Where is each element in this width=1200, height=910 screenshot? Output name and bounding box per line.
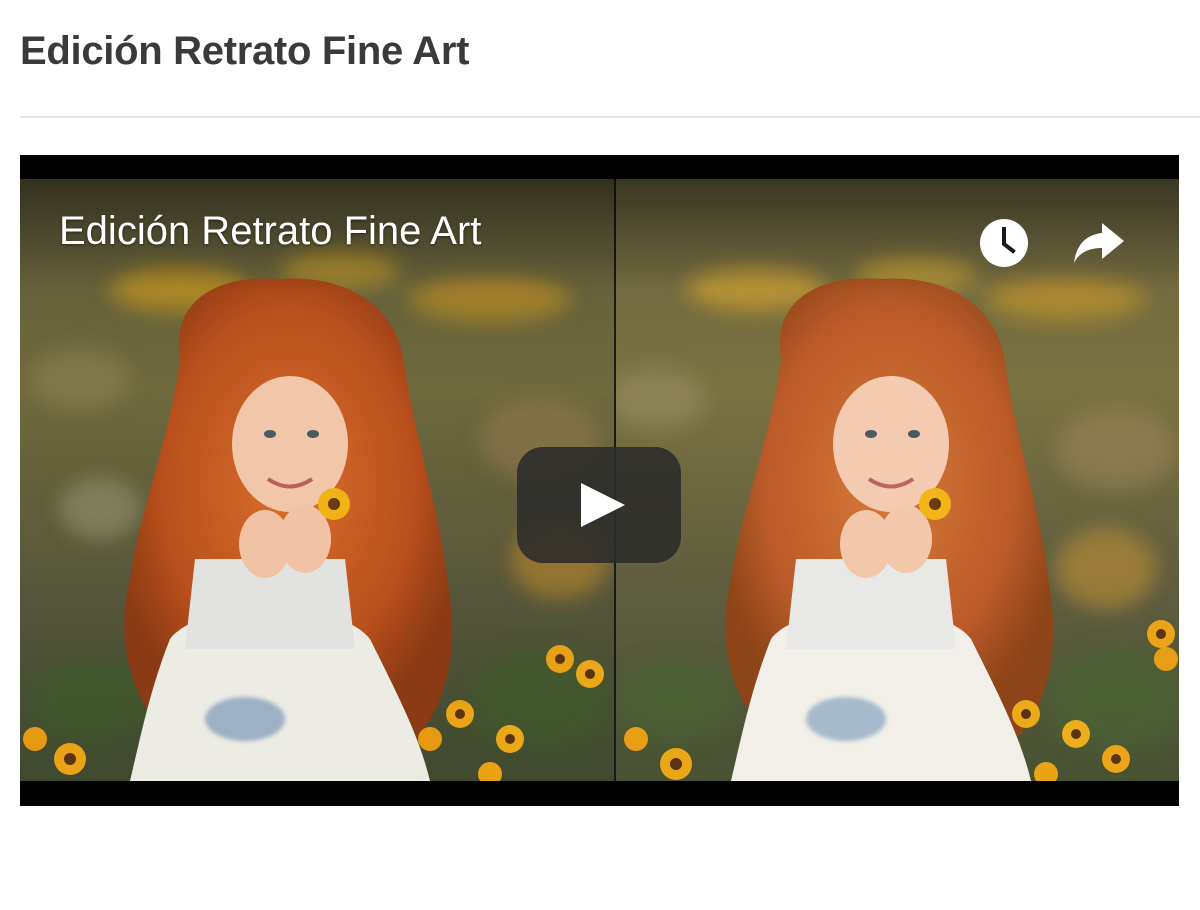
page-title: Edición Retrato Fine Art (20, 29, 470, 73)
play-button[interactable] (517, 447, 681, 563)
share-arrow-icon (1074, 223, 1124, 263)
video-title[interactable]: Edición Retrato Fine Art (59, 209, 481, 254)
video-thumbnail[interactable]: Edición Retrato Fine Art (20, 179, 1179, 781)
divider (20, 116, 1200, 118)
watch-later-button[interactable] (976, 215, 1032, 271)
page: Edición Retrato Fine Art Edición Retrato… (0, 0, 1200, 910)
share-button[interactable] (1070, 215, 1126, 271)
clock-icon (980, 219, 1028, 267)
video-embed[interactable]: Edición Retrato Fine Art (20, 155, 1179, 806)
